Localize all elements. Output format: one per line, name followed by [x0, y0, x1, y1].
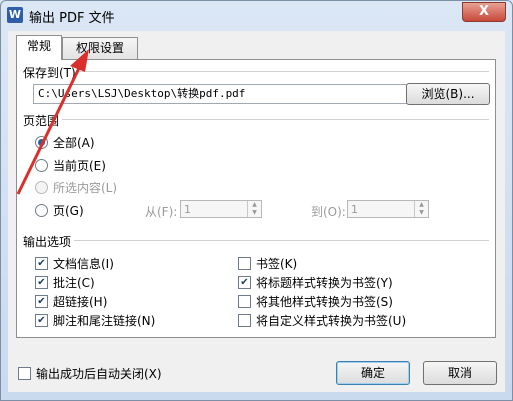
radio-pages-indicator[interactable] — [35, 204, 48, 217]
checkbox-auto-close-label: 输出成功后自动关闭(X) — [36, 367, 162, 381]
to-page-stepper: 1 ▲ ▼ — [347, 200, 429, 218]
separator — [23, 119, 489, 120]
checkbox-custom-bookmarks-label: 将自定义样式转换为书签(U) — [256, 314, 407, 328]
radio-pages-label: 页(G) — [53, 204, 84, 218]
spin-arrows-icon: ▲ ▼ — [247, 201, 261, 217]
checkbox-hyperlinks-label: 超链接(H) — [53, 295, 108, 309]
save-group-label: 保存到(T) — [23, 64, 79, 81]
radio-current-page-label: 当前页(E) — [53, 159, 106, 173]
radio-all-label: 全部(A) — [53, 136, 95, 150]
checkbox-heading-bookmarks[interactable]: ✔ 将标题样式转换为书签(Y) — [238, 274, 393, 291]
check-icon[interactable]: ✔ — [35, 314, 48, 327]
browse-button[interactable]: 浏览(B)... — [406, 83, 490, 105]
radio-all[interactable]: 全部(A) — [35, 134, 95, 151]
radio-selection: 所选内容(L) — [35, 179, 117, 196]
from-page-stepper: 1 ▲ ▼ — [180, 200, 262, 218]
checkbox-comments[interactable]: ✔ 批注(C) — [35, 274, 95, 291]
ok-button[interactable]: 确定 — [336, 361, 410, 385]
checkbox-heading-bookmarks-label: 将标题样式转换为书签(Y) — [256, 276, 393, 290]
checkbox-doc-info[interactable]: ✔ 文档信息(I) — [35, 255, 114, 272]
checkbox-hyperlinks[interactable]: ✔ 超链接(H) — [35, 293, 107, 310]
check-icon[interactable]: ✔ — [35, 276, 48, 289]
from-label: 从(F): — [145, 205, 178, 219]
title-bar[interactable]: W 输出 PDF 文件 X — [1, 1, 512, 29]
dialog-body: 常规 权限设置 保存到(T) C:\Users\LSJ\Desktop\转换pd… — [8, 31, 505, 392]
radio-pages[interactable]: 页(G) — [35, 202, 84, 219]
spin-arrows-icon: ▲ ▼ — [414, 201, 428, 217]
to-label: 到(O): — [311, 205, 346, 219]
from-page-value: 1 — [184, 203, 191, 216]
tab-permissions[interactable]: 权限设置 — [62, 37, 138, 60]
checkbox-comments-label: 批注(C) — [53, 276, 95, 290]
checkbox-other-bookmarks[interactable]: 将其他样式转换为书签(S) — [238, 293, 393, 310]
separator — [23, 240, 489, 241]
tab-general[interactable]: 常规 — [16, 35, 62, 60]
checkbox-bookmarks[interactable]: 书签(K) — [238, 255, 297, 272]
radio-current-page[interactable]: 当前页(E) — [35, 157, 106, 174]
checkbox-empty[interactable] — [238, 314, 251, 327]
save-path-input[interactable]: C:\Users\LSJ\Desktop\转换pdf.pdf — [33, 84, 408, 104]
radio-all-indicator[interactable] — [35, 136, 48, 149]
window-title: 输出 PDF 文件 — [29, 11, 115, 26]
dialog-window: W 输出 PDF 文件 X 常规 权限设置 保存到(T) C:\Users\LS… — [0, 0, 513, 401]
checkbox-bookmarks-label: 书签(K) — [256, 257, 298, 271]
checkbox-empty[interactable] — [18, 367, 31, 380]
checkbox-footnote-links-label: 脚注和尾注链接(N) — [53, 314, 156, 328]
checkbox-footnote-links[interactable]: ✔ 脚注和尾注链接(N) — [35, 312, 155, 329]
close-button[interactable]: X — [462, 2, 506, 22]
checkbox-doc-info-label: 文档信息(I) — [53, 257, 114, 271]
check-icon[interactable]: ✔ — [35, 257, 48, 270]
wps-app-icon: W — [7, 7, 23, 23]
check-icon[interactable]: ✔ — [238, 276, 251, 289]
checkbox-auto-close[interactable]: 输出成功后自动关闭(X) — [18, 365, 162, 382]
cancel-button[interactable]: 取消 — [423, 361, 497, 385]
checkbox-empty[interactable] — [238, 295, 251, 308]
output-group-label: 输出选项 — [23, 233, 75, 250]
checkbox-other-bookmarks-label: 将其他样式转换为书签(S) — [256, 295, 393, 309]
general-panel: 保存到(T) C:\Users\LSJ\Desktop\转换pdf.pdf 浏览… — [16, 59, 496, 338]
to-page-value: 1 — [351, 203, 358, 216]
checkbox-custom-bookmarks[interactable]: 将自定义样式转换为书签(U) — [238, 312, 406, 329]
check-icon[interactable]: ✔ — [35, 295, 48, 308]
radio-selection-label: 所选内容(L) — [53, 181, 118, 195]
radio-selection-indicator — [35, 181, 48, 194]
range-group-label: 页范围 — [23, 112, 63, 129]
separator — [23, 71, 489, 72]
radio-current-page-indicator[interactable] — [35, 159, 48, 172]
checkbox-empty[interactable] — [238, 257, 251, 270]
